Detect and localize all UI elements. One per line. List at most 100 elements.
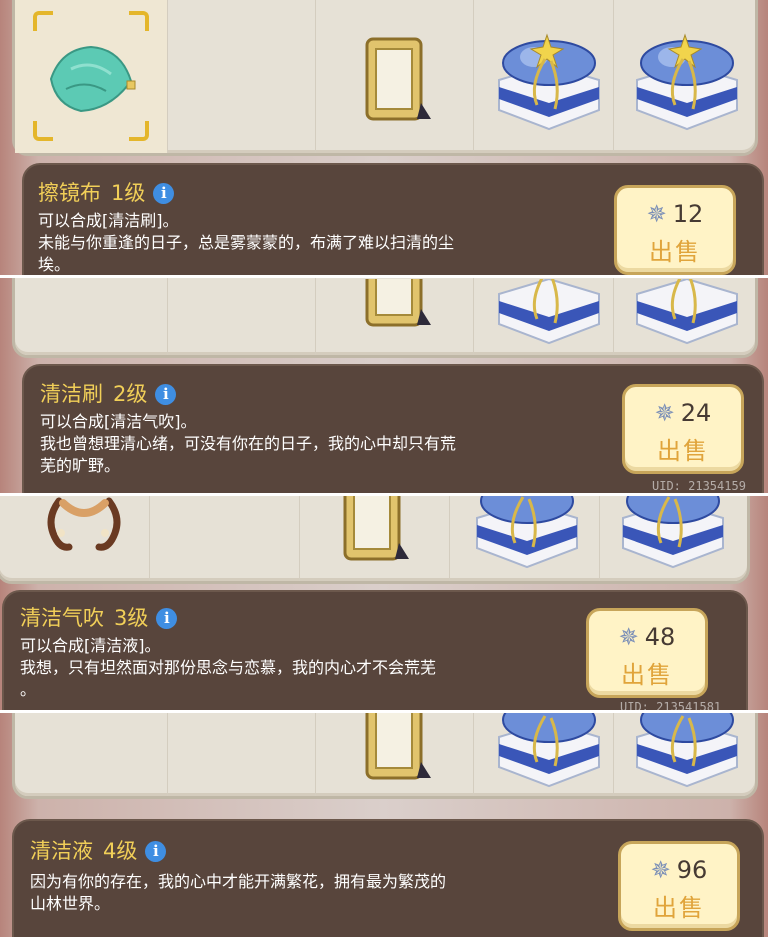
item-description: 因为有你的存在，我的心中才能开满繁花，拥有最为繁茂的 山林世界。: [30, 871, 446, 915]
price-value: 24: [680, 399, 712, 427]
item-title: 清洁刷 2级 i: [40, 378, 177, 408]
desc-line: 可以合成[清洁气吹]。: [40, 412, 197, 431]
gift-box-icon: [636, 713, 738, 788]
sell-button[interactable]: ✵ 12 出售: [614, 185, 736, 275]
desc-line: 我也曾想理清心绪，可没有你在的日子，我的心中却只有荒: [40, 434, 457, 453]
star-currency-icon: ✵: [650, 856, 671, 884]
mirror-frame-icon: [365, 713, 431, 780]
item-level: 4级: [103, 839, 138, 863]
selection-corner: [33, 11, 53, 31]
price-value: 12: [672, 200, 704, 228]
item-level: 2级: [113, 382, 148, 406]
selection-corner: [129, 11, 149, 31]
item-shelf: [12, 0, 758, 156]
slot[interactable]: [299, 496, 450, 581]
slot[interactable]: [473, 0, 614, 153]
sell-price: ✵ 24: [625, 399, 741, 427]
slot[interactable]: [315, 713, 474, 796]
sell-button[interactable]: ✵ 96 出售: [618, 841, 740, 931]
item-name: 清洁液: [30, 839, 93, 863]
slot[interactable]: [613, 713, 755, 796]
gift-box-icon: [636, 33, 738, 131]
slot[interactable]: [473, 713, 614, 796]
slot[interactable]: [315, 0, 474, 153]
screenshot-strip-4: 清洁液 4级 i 因为有你的存在，我的心中才能开满繁花，拥有最为繁茂的 山林世界。 …: [0, 713, 768, 937]
screenshot-strip-1: 擦镜布 1级 i 可以合成[清洁刷]。 未能与你重逢的日子，总是雾蒙蒙的，布满了难以…: [0, 0, 768, 276]
selection-corner: [129, 121, 149, 141]
slot-empty[interactable]: [15, 713, 168, 796]
item-level: 3级: [114, 606, 149, 630]
item-name: 清洁刷: [40, 382, 103, 406]
slot-empty[interactable]: [167, 278, 316, 355]
slot[interactable]: [613, 0, 755, 153]
item-info-panel: 擦镜布 1级 i 可以合成[清洁刷]。 未能与你重逢的日子，总是雾蒙蒙的，布满了难以…: [22, 163, 764, 276]
slot[interactable]: [315, 278, 474, 355]
slot[interactable]: [599, 496, 747, 581]
selection-corner: [33, 121, 53, 141]
item-info-panel: 清洁气吹 3级 i 可以合成[清洁液]。 我想，只有坦然面对那份思念与恋慕，我的内心…: [2, 590, 748, 710]
sell-label: 出售: [657, 437, 709, 465]
item-description: 可以合成[清洁刷]。 未能与你重逢的日子，总是雾蒙蒙的，布满了难以扫清的尘 埃。: [38, 210, 454, 276]
sell-label: 出售: [621, 661, 673, 689]
item-description: 可以合成[清洁气吹]。 我也曾想理清心绪，可没有你在的日子，我的心中却只有荒 芜…: [40, 411, 456, 477]
gift-box-icon: [476, 496, 578, 569]
mirror-frame-icon: [365, 279, 431, 327]
star-currency-icon: ✵: [646, 200, 667, 228]
mirror-frame-icon: [343, 496, 409, 561]
info-icon[interactable]: i: [156, 608, 178, 629]
slot[interactable]: [0, 496, 150, 581]
uid-watermark: UID: 213541581: [620, 700, 722, 710]
gift-box-icon: [498, 279, 600, 345]
item-title: 清洁液 4级 i: [30, 835, 167, 865]
desc-line: 未能与你重逢的日子，总是雾蒙蒙的，布满了难以扫清的尘: [38, 233, 455, 252]
sell-label: 出售: [649, 238, 701, 266]
slot-selected[interactable]: [15, 0, 168, 153]
star-currency-icon: ✵: [654, 399, 675, 427]
price-value: 48: [644, 623, 676, 651]
item-info-panel: 清洁液 4级 i 因为有你的存在，我的心中才能开满繁花，拥有最为繁茂的 山林世界。 …: [12, 819, 764, 937]
screenshot-strip-3: 清洁气吹 3级 i 可以合成[清洁液]。 我想，只有坦然面对那份思念与恋慕，我的内心…: [0, 496, 768, 710]
gift-box-icon: [636, 279, 738, 345]
screenshot-strip-2: 清洁刷 2级 i 可以合成[清洁气吹]。 我也曾想理清心绪，可没有你在的日子，我的心…: [0, 278, 768, 493]
desc-line: 。: [20, 680, 37, 699]
desc-line: 芜的旷野。: [40, 456, 121, 475]
desc-line: 山林世界。: [30, 894, 111, 913]
gift-box-icon: [622, 496, 724, 569]
cloth-item-icon: [49, 45, 136, 113]
slot-empty[interactable]: [167, 713, 316, 796]
gift-box-icon: [498, 713, 600, 788]
star-currency-icon: ✵: [618, 623, 639, 651]
sell-price: ✵ 96: [621, 856, 737, 884]
item-title: 清洁气吹 3级 i: [20, 602, 178, 632]
item-description: 可以合成[清洁液]。 我想，只有坦然面对那份思念与恋慕，我的内心才不会荒芜 。: [20, 635, 436, 701]
item-shelf: [12, 278, 758, 358]
item-name: 擦镜布: [38, 181, 101, 205]
sell-price: ✵ 48: [589, 623, 705, 651]
item-title: 擦镜布 1级 i: [38, 177, 175, 207]
desc-line: 埃。: [38, 255, 71, 274]
slot-empty[interactable]: [167, 0, 316, 153]
slot[interactable]: [473, 278, 614, 355]
item-level: 1级: [111, 181, 146, 205]
slot-empty[interactable]: [15, 278, 168, 355]
info-icon[interactable]: i: [155, 384, 177, 405]
item-shelf: [12, 713, 758, 799]
sell-button[interactable]: ✵ 24 出售: [622, 384, 744, 474]
info-icon[interactable]: i: [153, 183, 175, 204]
info-icon[interactable]: i: [145, 841, 167, 862]
sell-price: ✵ 12: [617, 200, 733, 228]
uid-watermark: UID: 21354159: [652, 479, 746, 493]
slot[interactable]: [613, 278, 755, 355]
desc-line: 可以合成[清洁液]。: [20, 636, 161, 655]
desc-line: 因为有你的存在，我的心中才能开满繁花，拥有最为繁茂的: [30, 872, 447, 891]
desc-line: 我想，只有坦然面对那份思念与恋慕，我的内心才不会荒芜: [20, 658, 437, 677]
slot-empty[interactable]: [149, 496, 300, 581]
mirror-frame-icon: [365, 37, 431, 121]
sell-button[interactable]: ✵ 48 出售: [586, 608, 708, 698]
slot[interactable]: [449, 496, 600, 581]
item-shelf: [0, 496, 750, 584]
item-info-panel: 清洁刷 2级 i 可以合成[清洁气吹]。 我也曾想理清心绪，可没有你在的日子，我的心…: [22, 364, 764, 493]
desc-line: 可以合成[清洁刷]。: [38, 211, 179, 230]
sell-label: 出售: [653, 894, 705, 922]
item-name: 清洁气吹: [20, 606, 104, 630]
